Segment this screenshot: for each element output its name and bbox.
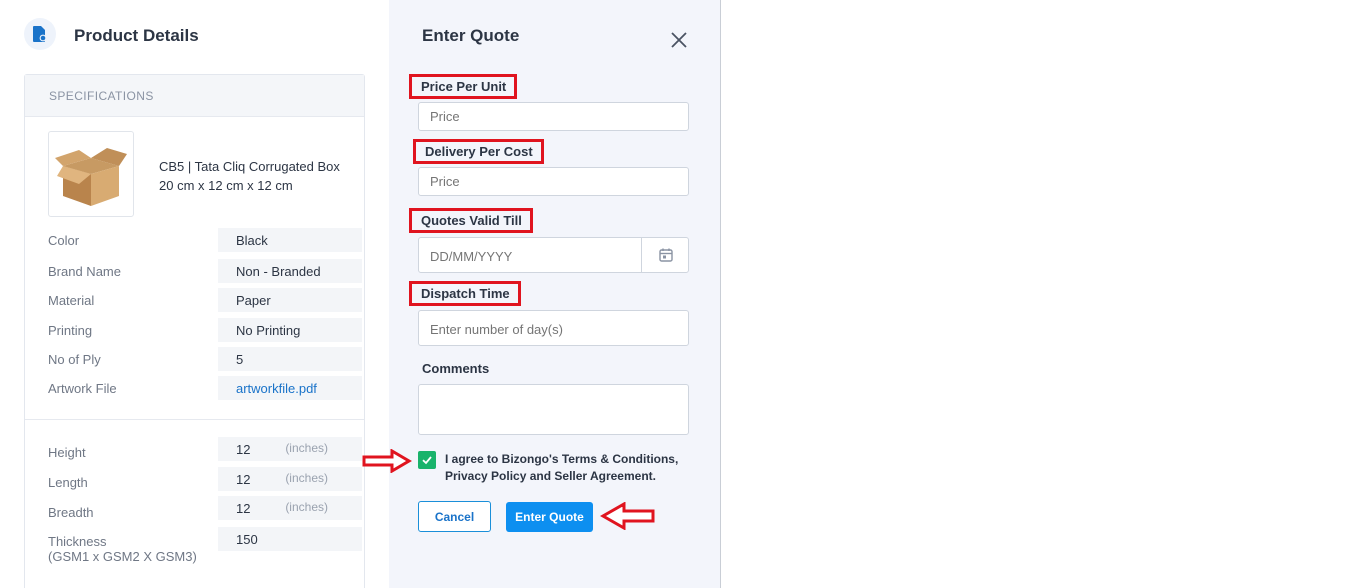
spec-row-color: Color Black [48,228,362,252]
cancel-button[interactable]: Cancel [418,501,491,532]
spec-label: Color [48,233,80,248]
dimension-label: Length [48,475,88,490]
product-document-icon [24,18,56,50]
spec-label: Material [48,293,95,308]
enter-quote-button[interactable]: Enter Quote [506,502,593,532]
quote-screen: Product Details SPECIFICATIONS CB5 | Tat… [0,0,1362,588]
product-image [48,131,134,217]
spec-label: No of Ply [48,352,101,367]
dimension-row-thickness: Thickness (GSM1 x GSM2 X GSM3) 150 [48,527,362,567]
spec-value: Paper [218,288,362,312]
price-per-unit-label: Price Per Unit [409,74,518,99]
annotation-arrow-right-icon [362,449,412,473]
spec-row-brand: Brand Name Non - Branded [48,259,362,283]
thickness-label-main: Thickness [48,534,107,549]
comments-label: Comments [422,361,490,376]
spec-value: Black [218,228,362,252]
spec-label: Brand Name [48,264,121,279]
spec-row-artwork: Artwork File artworkfile.pdf [48,376,362,400]
specifications-header: SPECIFICATIONS [25,75,364,117]
dimension-unit: (inches) [285,471,328,485]
annotation-arrow-left-icon [600,502,655,530]
enter-quote-title: Enter Quote [422,26,520,45]
section-divider [25,419,364,420]
quotes-valid-till-label: Quotes Valid Till [409,208,533,233]
product-name: CB5 | Tata Cliq Corrugated Box 20 cm x 1… [159,157,340,195]
delivery-per-cost-label: Delivery Per Cost [413,139,544,164]
product-details-panel: Product Details SPECIFICATIONS CB5 | Tat… [0,0,389,588]
product-dimensions: 20 cm x 12 cm x 12 cm [159,178,293,193]
specifications-card: SPECIFICATIONS CB5 | Tata Cliq Corrugate… [24,74,365,588]
agreement-line-2: Privacy Policy and Seller Agreement. [445,469,656,483]
calendar-icon[interactable] [641,237,689,273]
spec-row-ply: No of Ply 5 [48,347,362,371]
spec-row-printing: Printing No Printing [48,318,362,342]
spec-value: No Printing [218,318,362,342]
checkmark-icon [422,456,432,465]
thickness-label-formula: (GSM1 x GSM2 X GSM3) [48,549,197,564]
dimension-row-height: Height 12 (inches) [48,437,362,461]
product-title: CB5 | Tata Cliq Corrugated Box [159,159,340,174]
dispatch-time-input[interactable] [418,310,689,346]
comments-textarea[interactable] [418,384,689,435]
enter-quote-panel: Enter Quote Price Per Unit Delivery Per … [389,0,721,588]
thickness-value: 150 [218,527,362,551]
spec-label: Artwork File [48,381,117,396]
dispatch-time-label: Dispatch Time [409,281,521,306]
agreement-line-1: I agree to Bizongo's Terms & Conditions, [445,452,679,466]
price-per-unit-input[interactable] [418,102,689,131]
dimension-unit: (inches) [285,500,328,514]
dimension-label: Height [48,445,86,460]
spec-row-material: Material Paper [48,288,362,312]
dimension-row-length: Length 12 (inches) [48,467,362,491]
spec-value: Non - Branded [218,259,362,283]
close-icon[interactable] [669,30,689,50]
dimension-row-breadth: Breadth 12 (inches) [48,496,362,520]
spec-label: Printing [48,323,93,338]
dimension-label: Breadth [48,505,94,520]
agree-checkbox[interactable] [418,451,436,469]
delivery-per-cost-input[interactable] [418,167,689,196]
dimension-unit: (inches) [285,441,328,455]
thickness-label: Thickness (GSM1 x GSM2 X GSM3) [48,534,197,564]
agreement-text: I agree to Bizongo's Terms & Conditions,… [445,451,695,485]
spec-value: 5 [218,347,362,371]
artwork-file-link[interactable]: artworkfile.pdf [218,376,362,400]
product-details-title: Product Details [74,26,199,45]
